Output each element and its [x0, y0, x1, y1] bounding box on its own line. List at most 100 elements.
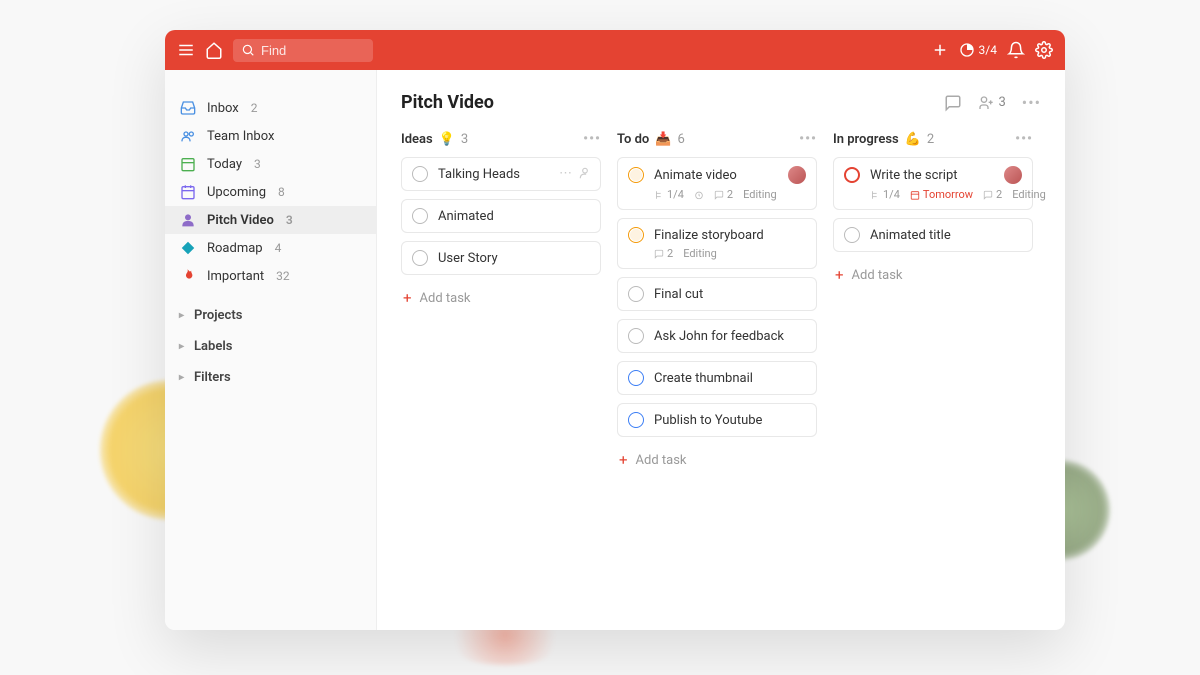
upcoming-icon [179, 183, 197, 201]
search-icon [241, 43, 255, 57]
sidebar-item-label: Pitch Video [207, 213, 274, 228]
add-task-label: Add task [636, 453, 687, 468]
productivity-pill[interactable]: 3/4 [959, 42, 997, 58]
card-meta: 1/4Tomorrow2Editing [844, 188, 1022, 201]
bell-icon[interactable] [1007, 41, 1025, 59]
task-card[interactable]: Create thumbnail [617, 361, 817, 395]
column-count: 2 [927, 132, 934, 147]
card-label: Editing [743, 188, 777, 201]
more-icon[interactable]: ••• [1022, 93, 1041, 112]
flame-icon [179, 267, 197, 285]
card-meta: 2Editing [628, 247, 806, 260]
column-more-icon[interactable]: ••• [1015, 131, 1033, 147]
sidebar-item-upcoming[interactable]: Upcoming 8 [165, 178, 376, 206]
sidebar-section-filters[interactable]: ▸Filters [165, 362, 376, 393]
sidebar: Inbox 2 Team Inbox Today 3 Upcoming 8 Pi… [165, 70, 377, 630]
more-icon[interactable]: ⋯ [559, 166, 572, 181]
column-emoji-icon: 💡 [439, 132, 455, 147]
productivity-text: 3/4 [979, 43, 997, 57]
add-icon[interactable] [931, 41, 949, 59]
comments-count: 2 [983, 188, 1002, 201]
add-task-button[interactable]: + Add task [401, 283, 601, 313]
column-emoji-icon: 💪 [905, 132, 921, 147]
complete-checkbox[interactable] [412, 250, 428, 266]
board: Ideas 💡 3 ••• Talking Heads ⋯ Animated U… [401, 131, 1041, 475]
add-task-button[interactable]: + Add task [617, 445, 817, 475]
sidebar-section-projects[interactable]: ▸Projects [165, 300, 376, 331]
sidebar-item-today[interactable]: Today 3 [165, 150, 376, 178]
column-emoji-icon: 📥 [655, 132, 671, 147]
complete-checkbox[interactable] [844, 227, 860, 243]
sidebar-item-label: Today [207, 157, 242, 172]
chevron-right-icon: ▸ [179, 310, 184, 321]
task-card[interactable]: Talking Heads ⋯ [401, 157, 601, 191]
task-card[interactable]: Final cut [617, 277, 817, 311]
column-more-icon[interactable]: ••• [799, 131, 817, 147]
search-box[interactable] [233, 39, 373, 62]
task-card[interactable]: User Story [401, 241, 601, 275]
comments-count: 2 [654, 247, 673, 260]
column-count: 3 [461, 132, 468, 147]
complete-checkbox[interactable] [628, 167, 644, 183]
complete-checkbox[interactable] [412, 208, 428, 224]
sidebar-item-label: Roadmap [207, 241, 263, 256]
task-card[interactable]: Write the script 1/4Tomorrow2Editing [833, 157, 1033, 210]
app-window: 3/4 Inbox 2 Team Inbox Today 3 Upcoming … [165, 30, 1065, 630]
sidebar-item-important[interactable]: Important 32 [165, 262, 376, 290]
person-icon [179, 211, 197, 229]
sidebar-item-label: Upcoming [207, 185, 266, 200]
complete-checkbox[interactable] [412, 166, 428, 182]
avatar[interactable] [1004, 166, 1022, 184]
share-button[interactable]: 3 [978, 95, 1005, 111]
sidebar-item-roadmap[interactable]: Roadmap 4 [165, 234, 376, 262]
task-card[interactable]: Animated title [833, 218, 1033, 252]
gear-icon[interactable] [1035, 41, 1053, 59]
sidebar-item-label: Important [207, 269, 264, 284]
home-icon[interactable] [205, 41, 223, 59]
complete-checkbox[interactable] [628, 227, 644, 243]
card-meta: 1/4 2 Editing [628, 188, 806, 201]
complete-checkbox[interactable] [628, 370, 644, 386]
complete-checkbox[interactable] [628, 412, 644, 428]
card-title: Final cut [654, 287, 806, 302]
complete-checkbox[interactable] [628, 286, 644, 302]
comments-count: 2 [714, 188, 733, 201]
board-column: In progress 💪 2 ••• Write the script 1/4… [833, 131, 1033, 290]
sidebar-section-labels[interactable]: ▸Labels [165, 331, 376, 362]
card-hover-actions[interactable]: ⋯ [559, 166, 592, 181]
sidebar-item-pitch-video[interactable]: Pitch Video 3 [165, 206, 376, 234]
board-column: To do 📥 6 ••• Animate video 1/42Editing … [617, 131, 817, 475]
sidebar-section-label: Filters [194, 370, 231, 385]
task-card[interactable]: Animated [401, 199, 601, 233]
column-title: Ideas [401, 132, 433, 147]
complete-checkbox[interactable] [628, 328, 644, 344]
sidebar-item-inbox[interactable]: Inbox 2 [165, 94, 376, 122]
sidebar-item-team-inbox[interactable]: Team Inbox [165, 122, 376, 150]
card-title: Animated title [870, 228, 1022, 243]
sidebar-item-count: 4 [275, 241, 282, 255]
column-count: 6 [677, 132, 684, 147]
sidebar-item-label: Team Inbox [207, 129, 274, 144]
page-title: Pitch Video [401, 92, 494, 113]
reminder-icon [694, 190, 704, 200]
complete-checkbox[interactable] [844, 167, 860, 183]
comments-icon[interactable] [944, 94, 962, 112]
board-column: Ideas 💡 3 ••• Talking Heads ⋯ Animated U… [401, 131, 601, 313]
avatar[interactable] [788, 166, 806, 184]
task-card[interactable]: Animate video 1/42Editing [617, 157, 817, 210]
search-input[interactable] [261, 43, 365, 58]
subtasks-icon: 1/4 [870, 188, 900, 201]
card-title: User Story [438, 251, 590, 266]
add-task-button[interactable]: + Add task [833, 260, 1033, 290]
subtasks-icon: 1/4 [654, 188, 684, 201]
plus-icon: + [403, 289, 412, 307]
chevron-right-icon: ▸ [179, 341, 184, 352]
card-title: Write the script [870, 168, 994, 183]
calendar-icon [179, 155, 197, 173]
column-more-icon[interactable]: ••• [583, 131, 601, 147]
assign-icon[interactable] [578, 166, 592, 181]
menu-icon[interactable] [177, 41, 195, 59]
task-card[interactable]: Publish to Youtube [617, 403, 817, 437]
task-card[interactable]: Ask John for feedback [617, 319, 817, 353]
task-card[interactable]: Finalize storyboard 2Editing [617, 218, 817, 269]
